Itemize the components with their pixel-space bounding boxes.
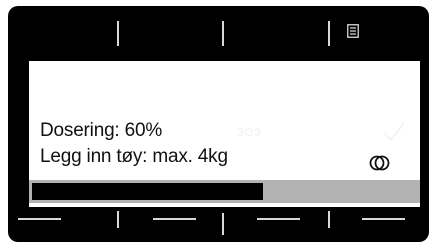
rings-icon [369,155,390,171]
bottom-softkey-3[interactable] [224,208,327,242]
bottom-softkey-2[interactable] [119,208,221,242]
bottom-softkey-1[interactable] [8,208,116,242]
check-icon[interactable] [382,121,406,143]
appliance-display-frame: Dosering: 60% ЗОЗ Legg inn tøy: max. 4kg [8,6,429,242]
display-panel: Dosering: 60% ЗОЗ Legg inn tøy: max. 4kg [29,61,420,207]
dosing-text: Dosering: 60% [40,120,163,141]
dosing-progress-bar [29,180,420,203]
top-softkey-3[interactable] [224,14,327,52]
menu-list-icon [347,24,359,38]
progress-fill [32,183,263,200]
faint-status-text: ЗОЗ [237,127,262,139]
top-softkey-menu[interactable] [330,14,429,52]
top-softkey-2[interactable] [119,14,221,52]
top-softkey-1[interactable] [8,14,116,52]
load-text: Legg inn tøy: max. 4kg [40,146,228,167]
bottom-softkey-4[interactable] [330,208,429,242]
